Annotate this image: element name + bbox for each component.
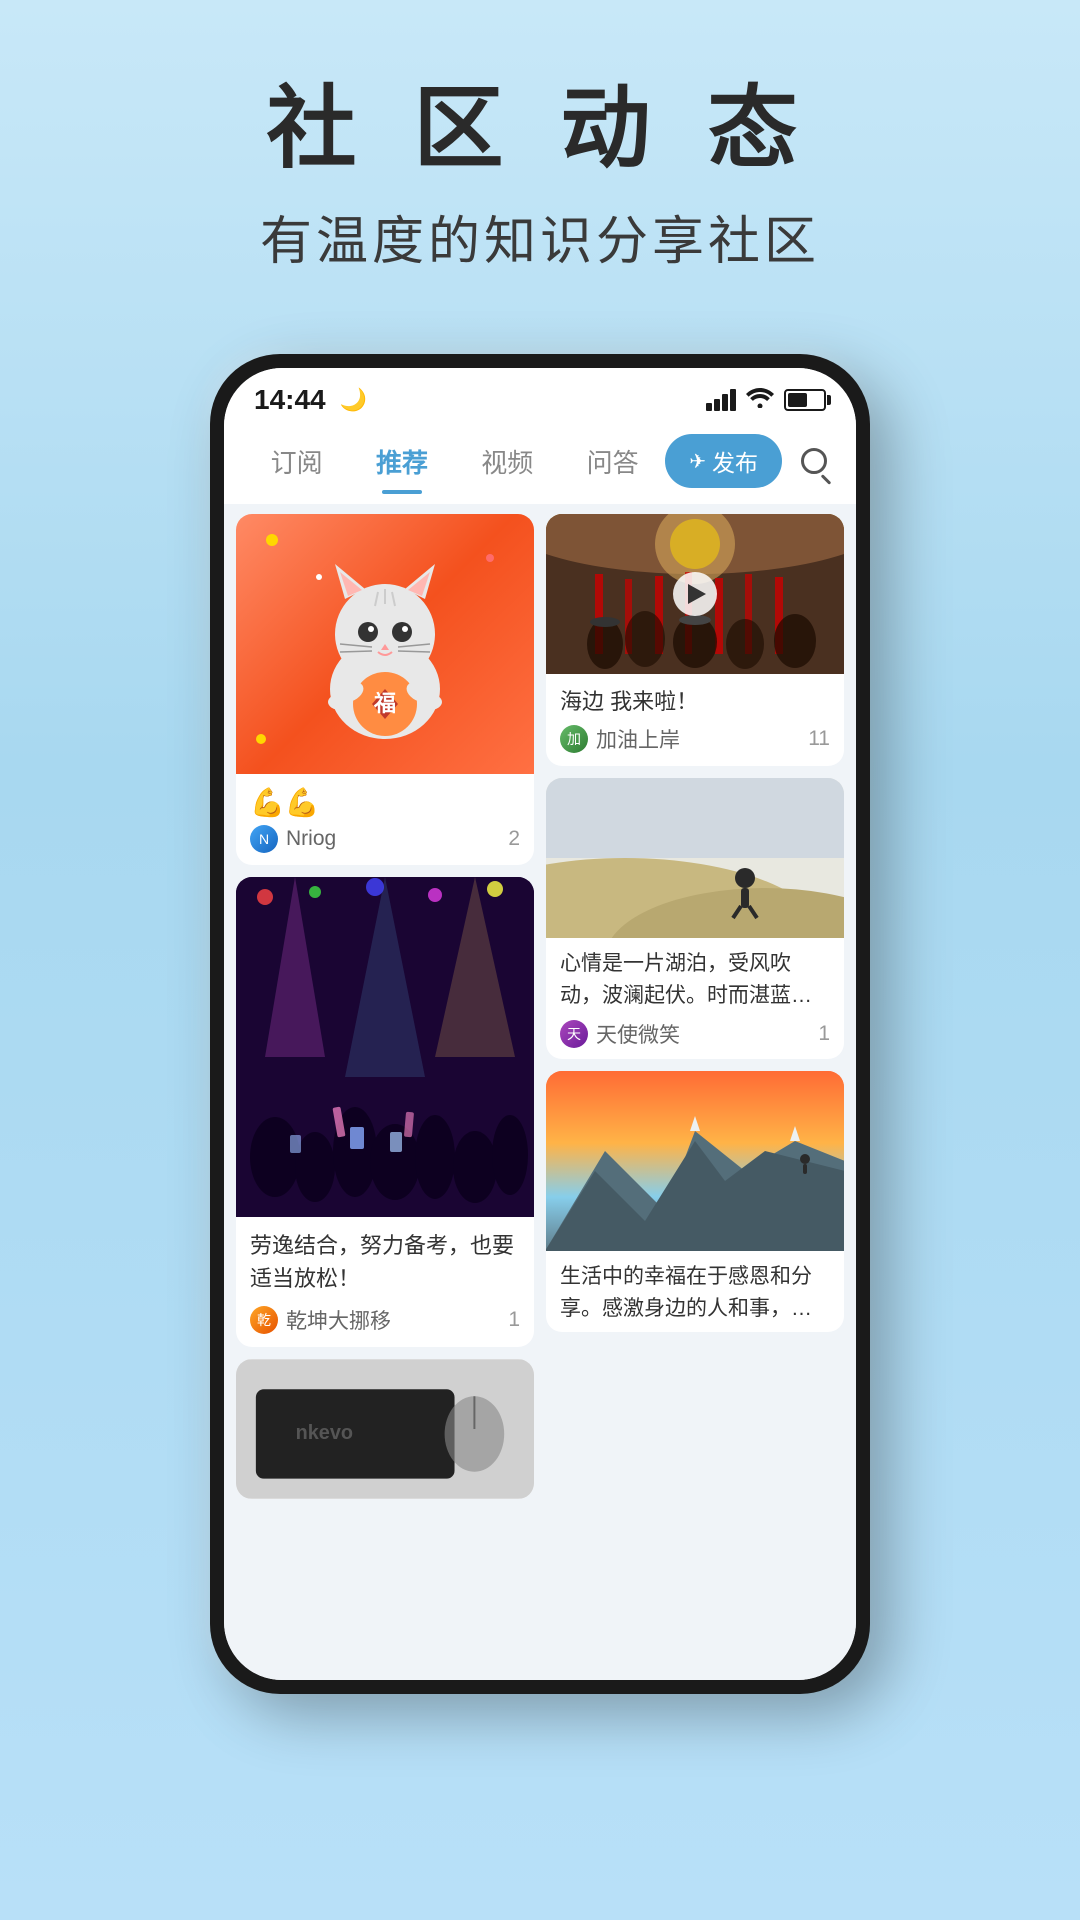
play-button[interactable] <box>673 572 717 616</box>
dune-comments: 1 <box>818 1022 830 1046</box>
tab-recommend[interactable]: 推荐 <box>349 435 454 488</box>
hero-area: 社 区 动 态 有温度的知识分享社区 <box>0 0 1080 334</box>
right-column: 海边 我来啦！ 加 加油上岸 11 <box>546 514 844 1499</box>
cat-card-username: Nriog <box>286 827 336 851</box>
play-icon <box>688 584 706 604</box>
masonry-grid: 福 💪💪 <box>236 514 844 1499</box>
status-icons <box>706 386 826 414</box>
cat-card[interactable]: 福 💪💪 <box>236 514 534 865</box>
phone-screen: 14:44 🌙 <box>224 368 856 1680</box>
beach-meta: 加 加油上岸 11 <box>560 724 830 754</box>
dune-username: 天使微笑 <box>596 1019 680 1049</box>
beach-card[interactable]: 海边 我来啦！ 加 加油上岸 11 <box>546 514 844 766</box>
concert-comments: 1 <box>508 1308 520 1332</box>
concert-avatar: 乾 <box>250 1306 278 1334</box>
beach-avatar: 加 <box>560 725 588 753</box>
beach-username: 加油上岸 <box>596 724 680 754</box>
desk-card[interactable]: nkevo <box>236 1359 534 1499</box>
cat-card-avatar: N <box>250 825 278 853</box>
signal-icon <box>706 389 736 411</box>
phone-mockup: 14:44 🌙 <box>210 354 870 1694</box>
dune-title: 心情是一片湖泊，受风吹动，波澜起伏。时而湛蓝… <box>560 948 830 1011</box>
phone-frame: 14:44 🌙 <box>210 354 870 1694</box>
tab-subscribe[interactable]: 订阅 <box>244 435 349 488</box>
concert-card-meta: 乾 乾坤大挪移 1 <box>250 1305 520 1335</box>
tab-video[interactable]: 视频 <box>455 435 560 488</box>
publish-button[interactable]: ✈ 发布 <box>665 434 782 488</box>
search-button[interactable] <box>792 439 836 483</box>
beach-title: 海边 我来啦！ <box>560 684 830 716</box>
mountain-card[interactable]: 生活中的幸福在于感恩和分享。感激身边的人和事，… <box>546 1071 844 1332</box>
mountain-title: 生活中的幸福在于感恩和分享。感激身边的人和事，… <box>560 1261 830 1324</box>
concert-card-title: 劳逸结合，努力备考，也要适当放松！ <box>250 1229 520 1295</box>
left-column: 福 💪💪 <box>236 514 534 1499</box>
hero-title: 社 区 动 态 <box>0 80 1080 179</box>
search-icon <box>801 448 827 474</box>
status-bar: 14:44 🌙 <box>224 368 856 424</box>
moon-icon: 🌙 <box>340 387 367 413</box>
nav-tabs: 订阅 推荐 视频 问答 ✈ 发布 <box>224 424 856 504</box>
hero-subtitle: 有温度的知识分享社区 <box>0 199 1080 274</box>
wifi-icon <box>746 386 774 414</box>
plane-icon: ✈ <box>689 449 706 474</box>
tab-qa[interactable]: 问答 <box>560 435 665 488</box>
svg-text:nkevo: nkevo <box>296 1422 353 1444</box>
status-time: 14:44 <box>254 384 326 416</box>
content-area: 福 💪💪 <box>224 504 856 1680</box>
battery-icon <box>784 389 826 411</box>
cat-card-emoji: 💪💪 <box>250 786 520 819</box>
concert-card[interactable]: 劳逸结合，努力备考，也要适当放松！ 乾 乾坤大挪移 1 <box>236 877 534 1347</box>
beach-comments: 11 <box>808 727 830 751</box>
cat-card-meta: N Nriog 2 <box>250 825 520 853</box>
svg-text:福: 福 <box>373 691 396 716</box>
dune-card[interactable]: 心情是一片湖泊，受风吹动，波澜起伏。时而湛蓝… 天 天使微笑 1 <box>546 778 844 1059</box>
dune-meta: 天 天使微笑 1 <box>560 1019 830 1049</box>
dune-avatar: 天 <box>560 1020 588 1048</box>
concert-username: 乾坤大挪移 <box>286 1305 391 1335</box>
cat-card-comments: 2 <box>508 827 520 851</box>
